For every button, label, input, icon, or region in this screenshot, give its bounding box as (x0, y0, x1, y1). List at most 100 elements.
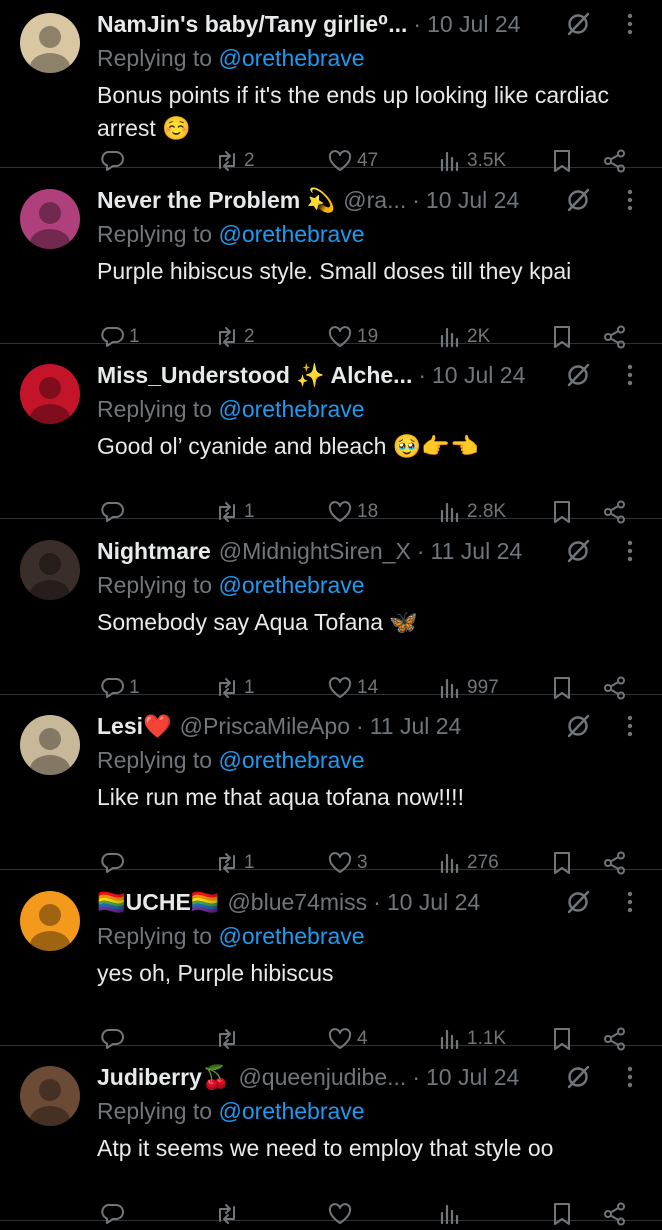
mention-link[interactable]: @orethebrave (218, 45, 364, 71)
mention-link[interactable]: @orethebrave (218, 221, 364, 247)
display-name[interactable]: NamJin's baby/Tany girlie⁰... (97, 8, 407, 40)
grok-icon[interactable] (564, 712, 592, 740)
reply-item[interactable]: Never the Problem 💫 @ra... · 10 Jul 24 R… (0, 169, 662, 348)
reply-header: 🏳️‍🌈UCHE🏳️‍🌈 @blue74miss · 10 Jul 24 (97, 886, 554, 918)
display-name[interactable]: Judiberry🍒 (97, 1061, 230, 1093)
display-name[interactable]: Nightmare (97, 535, 211, 567)
replying-label: Replying to (97, 571, 213, 598)
reply-item[interactable]: Miss_Understood ✨ Alche... · 10 Jul 24 R… (0, 344, 662, 524)
grok-icon[interactable] (564, 10, 592, 38)
post-date[interactable]: 11 Jul 24 (370, 710, 462, 742)
replying-to: Replying to @orethebrave (97, 42, 365, 74)
user-handle[interactable]: @ra... (343, 184, 406, 216)
separator-dot: · (418, 362, 427, 388)
grok-icon[interactable] (564, 888, 592, 916)
avatar[interactable] (20, 364, 80, 424)
avatar[interactable] (20, 188, 80, 249)
reply-item[interactable]: Judiberry🍒 @queenjudibe... · 10 Jul 24 R… (0, 1046, 662, 1226)
more-options-icon[interactable] (620, 712, 640, 740)
reply-text: Purple hibiscus style. Small doses till … (97, 257, 572, 284)
reply-header: Miss_Understood ✨ Alche... · 10 Jul 24 (97, 359, 554, 391)
reply-text: Atp it seems we need to employ that styl… (97, 1135, 554, 1161)
grok-icon[interactable] (564, 537, 592, 565)
reply-header: Never the Problem 💫 @ra... · 10 Jul 24 (97, 184, 554, 216)
more-options-icon[interactable] (620, 537, 640, 565)
user-handle[interactable]: @PriscaMileApo (180, 710, 350, 742)
reply-item[interactable]: 🏳️‍🌈UCHE🏳️‍🌈 @blue74miss · 10 Jul 24 Rep… (0, 871, 662, 1050)
mention-link[interactable]: @orethebrave (218, 1098, 364, 1124)
like-button[interactable] (327, 1198, 357, 1230)
more-options-icon[interactable] (620, 1063, 640, 1091)
replying-label: Replying to (97, 220, 213, 247)
reply-header: Lesi❤️ @PriscaMileApo · 11 Jul 24 (97, 710, 554, 742)
post-date[interactable]: 10 Jul 24 (387, 886, 480, 918)
reply-item[interactable]: Lesi❤️ @PriscaMileApo · 11 Jul 24 Replyi… (0, 695, 662, 875)
retweet-icon (219, 1204, 235, 1224)
replying-to: Replying to @orethebrave (97, 393, 365, 425)
user-handle[interactable]: @blue74miss (227, 886, 367, 918)
avatar[interactable] (20, 539, 80, 600)
replying-label: Replying to (97, 45, 213, 71)
separator-dot: · (412, 186, 420, 213)
mention-link[interactable]: @orethebrave (218, 572, 364, 598)
mention-link[interactable]: @orethebrave (218, 396, 364, 422)
display-name[interactable]: Never the Problem 💫 (97, 184, 335, 216)
views-icon (440, 1204, 459, 1225)
reply-text: Bonus points if it's the ends up looking… (97, 82, 609, 141)
post-date[interactable]: 11 Jul 24 (431, 535, 523, 567)
more-options-icon[interactable] (620, 10, 640, 38)
views-button[interactable] (437, 1198, 467, 1230)
avatar[interactable] (20, 715, 80, 775)
heart-icon (328, 1203, 352, 1224)
grok-icon[interactable] (564, 186, 592, 214)
reply-text: Somebody say Aqua Tofana 🦋 (97, 608, 419, 635)
replying-label: Replying to (97, 922, 213, 949)
replying-to: Replying to @orethebrave (97, 744, 365, 776)
mention-link[interactable]: @orethebrave (218, 923, 364, 949)
more-options-icon[interactable] (620, 888, 640, 916)
grok-icon[interactable] (564, 361, 592, 389)
reply-text: Like run me that aqua tofana now!!!! (97, 784, 464, 810)
replying-label: Replying to (97, 747, 213, 773)
bookmark-button[interactable] (549, 1198, 575, 1230)
share-button[interactable] (602, 1198, 628, 1230)
replying-to: Replying to @orethebrave (97, 920, 365, 952)
post-date[interactable]: 10 Jul 24 (427, 8, 520, 40)
reply-button[interactable] (99, 1198, 129, 1230)
action-bar (97, 1198, 642, 1230)
replying-label: Replying to (97, 396, 213, 422)
replying-label: Replying to (97, 1098, 213, 1124)
reply-header: NamJin's baby/Tany girlie⁰... · 10 Jul 2… (97, 8, 554, 40)
display-name[interactable]: 🏳️‍🌈UCHE🏳️‍🌈 (97, 886, 219, 918)
display-name[interactable]: Miss_Understood ✨ Alche... (97, 359, 412, 391)
post-date[interactable]: 10 Jul 24 (432, 359, 525, 391)
share-icon (604, 1202, 625, 1226)
user-handle[interactable]: @MidnightSiren_X (219, 535, 411, 567)
display-name[interactable]: Lesi❤️ (97, 710, 172, 742)
avatar[interactable] (20, 1066, 80, 1126)
grok-icon[interactable] (564, 1063, 592, 1091)
separator-dot: · (413, 11, 422, 37)
replying-to: Replying to @orethebrave (97, 1095, 365, 1127)
separator-dot: · (416, 537, 425, 564)
separator-dot: · (373, 888, 381, 915)
reply-header: Judiberry🍒 @queenjudibe... · 10 Jul 24 (97, 1061, 554, 1093)
reply-text: yes oh, Purple hibiscus (97, 959, 334, 986)
replying-to: Replying to @orethebrave (97, 218, 365, 250)
reply-text: Good ol’ cyanide and bleach 🥹👉👈 (97, 433, 479, 459)
separator-dot: · (412, 1064, 420, 1090)
separator-dot: · (356, 713, 364, 739)
more-options-icon[interactable] (620, 186, 640, 214)
reply-item[interactable]: Nightmare @MidnightSiren_X · 11 Jul 24 R… (0, 520, 662, 699)
reply-icon (101, 1204, 124, 1224)
user-handle[interactable]: @queenjudibe... (238, 1061, 406, 1093)
reply-item[interactable]: NamJin's baby/Tany girlie⁰... · 10 Jul 2… (0, 0, 662, 173)
more-options-icon[interactable] (620, 361, 640, 389)
post-date[interactable]: 10 Jul 24 (426, 1061, 519, 1093)
retweet-button[interactable] (214, 1198, 244, 1230)
avatar[interactable] (20, 890, 80, 951)
post-date[interactable]: 10 Jul 24 (426, 184, 519, 216)
mention-link[interactable]: @orethebrave (218, 747, 364, 773)
reply-header: Nightmare @MidnightSiren_X · 11 Jul 24 (97, 535, 554, 567)
avatar[interactable] (20, 13, 80, 73)
